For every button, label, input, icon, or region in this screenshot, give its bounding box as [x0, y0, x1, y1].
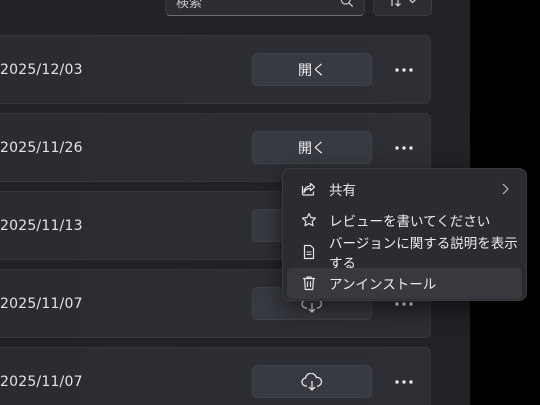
open-button[interactable]: 開く [252, 53, 372, 86]
ellipsis-icon [395, 380, 413, 384]
ellipsis-icon [395, 302, 413, 306]
more-options-button[interactable] [392, 58, 416, 82]
more-options-button[interactable] [392, 136, 416, 160]
open-button[interactable]: 開く [252, 131, 372, 164]
update-date: 2025/11/07 [0, 296, 83, 312]
search-icon[interactable] [340, 0, 354, 8]
menu-item-label: アンインストール [329, 277, 437, 294]
menu-item-share[interactable]: 共有 [287, 173, 522, 205]
sort-icon [391, 0, 401, 7]
star-icon [301, 212, 317, 228]
update-date: 2025/12/03 [0, 62, 83, 78]
list-item: 2025/11/07 [0, 347, 431, 405]
chevron-down-icon [409, 0, 416, 4]
cloud-download-icon [301, 372, 323, 391]
trash-icon [301, 275, 317, 291]
update-date: 2025/11/07 [0, 374, 83, 390]
search-placeholder: 検索 [176, 0, 203, 11]
menu-item-label: レビューを書いてください [329, 214, 491, 231]
menu-item-label: バージョンに関する説明を表示する [329, 235, 518, 272]
download-button[interactable] [252, 365, 372, 398]
menu-item-label: 共有 [329, 182, 356, 199]
search-box[interactable]: 検索 [165, 0, 365, 16]
update-date: 2025/11/26 [0, 140, 83, 156]
menu-item-release-notes[interactable]: バージョンに関する説明を表示する [287, 236, 522, 272]
ellipsis-icon [395, 68, 413, 72]
context-menu: 共有 レビューを書いてください バージョンに関する説明を表示する アンインストー… [282, 168, 527, 301]
sort-button[interactable] [373, 0, 432, 16]
more-options-button[interactable] [392, 370, 416, 394]
list-item: 2025/12/03 開く [0, 35, 431, 104]
update-date: 2025/11/13 [0, 218, 83, 234]
share-icon [301, 181, 317, 197]
document-icon [301, 244, 317, 260]
chevron-right-icon [502, 183, 509, 195]
ellipsis-icon [395, 146, 413, 150]
menu-item-uninstall[interactable]: アンインストール [287, 267, 522, 299]
